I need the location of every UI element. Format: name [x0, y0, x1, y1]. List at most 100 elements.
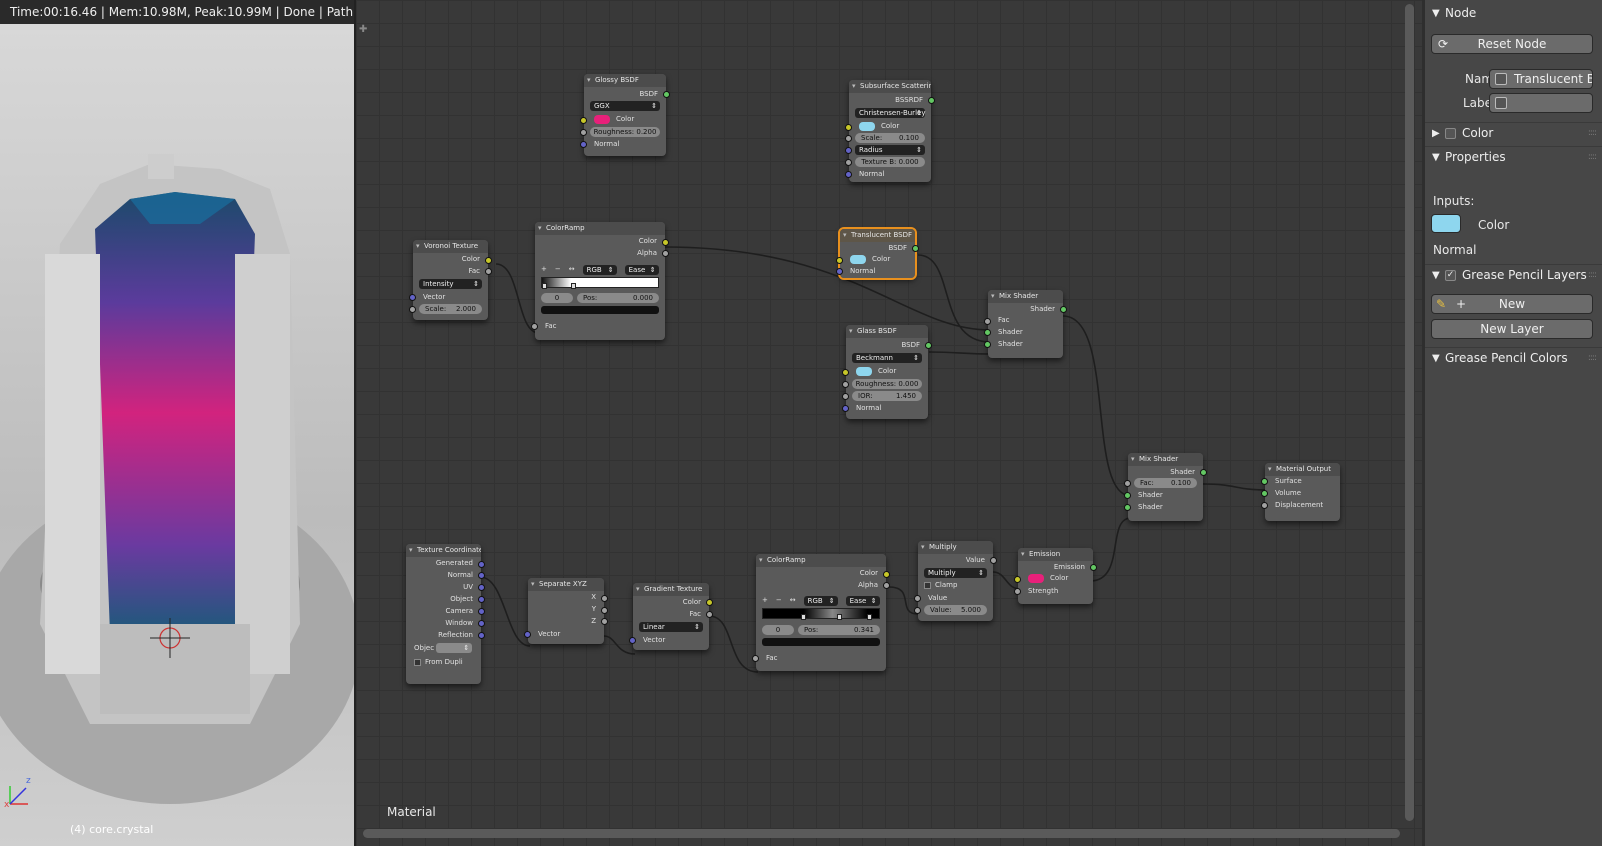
color-ramp-gradient[interactable] — [541, 277, 659, 289]
color-swatch[interactable] — [594, 114, 610, 124]
output-socket[interactable] — [478, 561, 485, 568]
stop-color-swatch[interactable] — [762, 638, 880, 646]
distribution-dropdown[interactable]: GGX — [590, 101, 660, 111]
input-socket[interactable] — [1124, 480, 1131, 487]
output-socket[interactable] — [478, 632, 485, 639]
properties-section-header[interactable]: ▼ Properties:::: — [1425, 146, 1602, 167]
input-socket[interactable] — [524, 631, 531, 638]
input-socket[interactable] — [409, 294, 416, 301]
node-gradient-texture[interactable]: Gradient Texture Color Fac Linear Vector — [629, 583, 713, 650]
remove-stop-button[interactable]: − — [555, 264, 561, 275]
drag-grip-icon[interactable]: :::: — [1588, 265, 1597, 286]
output-socket[interactable] — [485, 268, 492, 275]
color-swatch[interactable] — [850, 254, 866, 264]
output-socket[interactable] — [912, 245, 919, 252]
input-socket[interactable] — [1124, 492, 1131, 499]
output-socket[interactable] — [706, 611, 713, 618]
vertical-scrollbar[interactable] — [1405, 4, 1414, 821]
scale-field[interactable]: Scale: 2.000 — [419, 304, 482, 314]
node-title[interactable]: Multiply — [918, 541, 993, 554]
input-socket[interactable] — [409, 306, 416, 313]
node-title[interactable]: Voronoi Texture — [413, 240, 488, 253]
value-field[interactable]: Value: 5.000 — [924, 605, 987, 615]
remove-stop-button[interactable]: − — [776, 595, 782, 606]
node-label-field[interactable] — [1489, 93, 1593, 113]
color-mode-dropdown[interactable]: RGB — [582, 264, 617, 275]
falloff-dropdown[interactable]: Christensen-Burley — [855, 108, 925, 118]
node-glass-bsdf[interactable]: Glass BSDF BSDF Beckmann Color Roughness… — [842, 325, 932, 419]
color-swatch[interactable] — [1028, 573, 1044, 583]
input-socket[interactable] — [580, 129, 587, 136]
input-socket[interactable] — [914, 607, 921, 614]
input-socket[interactable] — [842, 405, 849, 412]
output-socket[interactable] — [1200, 469, 1207, 476]
input-socket[interactable] — [1261, 490, 1268, 497]
node-title[interactable]: Separate XYZ — [528, 578, 604, 591]
node-multiply[interactable]: Multiply Value Multiply Clamp Value Valu… — [914, 541, 997, 621]
ramp-stop-handle[interactable] — [542, 283, 547, 289]
interpolation-dropdown[interactable]: Ease — [624, 264, 659, 275]
ramp-stop-handle[interactable] — [867, 614, 872, 620]
node-title[interactable]: Translucent BSDF — [840, 229, 915, 242]
output-socket[interactable] — [478, 620, 485, 627]
output-socket[interactable] — [1060, 306, 1067, 313]
node-title[interactable]: Glossy BSDF — [584, 74, 666, 87]
output-socket[interactable] — [990, 557, 997, 564]
input-socket[interactable] — [836, 257, 843, 264]
gradient-type-dropdown[interactable]: Linear — [639, 622, 703, 632]
output-socket[interactable] — [663, 91, 670, 98]
drag-grip-icon[interactable]: :::: — [1588, 123, 1597, 144]
input-socket[interactable] — [842, 369, 849, 376]
color-swatch[interactable] — [856, 366, 872, 376]
node-translucent-bsdf[interactable]: Translucent BSDF BSDF Color Normal — [836, 227, 919, 280]
input-socket[interactable] — [984, 329, 991, 336]
node-title[interactable]: Emission — [1018, 548, 1093, 561]
node-section-header[interactable]: ▼ Node — [1425, 3, 1602, 24]
from-dupli-checkbox[interactable] — [414, 658, 421, 666]
color-section-header[interactable]: ▶ Color:::: — [1425, 122, 1602, 143]
input-color-swatch[interactable] — [1431, 214, 1461, 233]
ramp-stop-handle[interactable] — [571, 283, 576, 289]
stop-index-field[interactable]: 0 — [541, 293, 573, 303]
input-socket[interactable] — [1124, 504, 1131, 511]
input-socket[interactable] — [842, 381, 849, 388]
coloring-dropdown[interactable]: Intensity — [419, 279, 482, 289]
output-socket[interactable] — [928, 97, 935, 104]
node-voronoi-texture[interactable]: Voronoi Texture Color Fac Intensity Vect… — [409, 240, 492, 320]
input-socket[interactable] — [842, 393, 849, 400]
input-socket[interactable] — [845, 147, 852, 154]
color-swatch[interactable] — [859, 121, 875, 131]
node-name-field[interactable]: Translucent B... — [1489, 69, 1593, 89]
color-ramp-gradient[interactable] — [762, 608, 880, 620]
clamp-checkbox[interactable] — [924, 581, 931, 589]
node-material-output[interactable]: Material Output Surface Volume Displacem… — [1261, 463, 1340, 521]
input-socket[interactable] — [531, 323, 538, 330]
node-title[interactable]: ColorRamp — [756, 554, 886, 567]
node-colorramp-1[interactable]: ColorRamp Color Alpha + − ↔ RGB Ease 0 P… — [531, 222, 669, 340]
output-socket[interactable] — [478, 608, 485, 615]
input-socket[interactable] — [580, 117, 587, 124]
horizontal-scrollbar[interactable] — [363, 829, 1400, 838]
add-stop-button[interactable]: + — [762, 595, 768, 606]
node-subsurface-scattering[interactable]: Subsurface Scattering BSSRDF Christensen… — [845, 80, 935, 182]
color-mode-dropdown[interactable]: RGB — [803, 595, 838, 606]
input-socket[interactable] — [752, 655, 759, 662]
input-socket[interactable] — [845, 171, 852, 178]
roughness-field[interactable]: Roughness: 0.000 — [852, 379, 922, 389]
output-socket[interactable] — [1090, 564, 1097, 571]
add-stop-button[interactable]: + — [541, 264, 547, 275]
ramp-stop-handle[interactable] — [801, 614, 806, 620]
reset-node-button[interactable]: ⟳ Reset Node — [1431, 34, 1593, 54]
texture-blur-field[interactable]: Texture B: 0.000 — [855, 157, 925, 167]
input-socket[interactable] — [914, 595, 921, 602]
distribution-dropdown[interactable]: Beckmann — [852, 353, 922, 363]
node-title[interactable]: Gradient Texture — [633, 583, 709, 596]
input-socket[interactable] — [629, 637, 636, 644]
output-socket[interactable] — [601, 607, 608, 614]
node-title[interactable]: Mix Shader — [1128, 453, 1203, 466]
node-editor[interactable]: ✚ Glossy BSDF BSDF GGX Color Roughness: … — [356, 0, 1422, 846]
interpolation-dropdown[interactable]: Ease — [845, 595, 880, 606]
node-title[interactable]: Glass BSDF — [846, 325, 928, 338]
output-socket[interactable] — [662, 250, 669, 257]
output-socket[interactable] — [485, 257, 492, 264]
